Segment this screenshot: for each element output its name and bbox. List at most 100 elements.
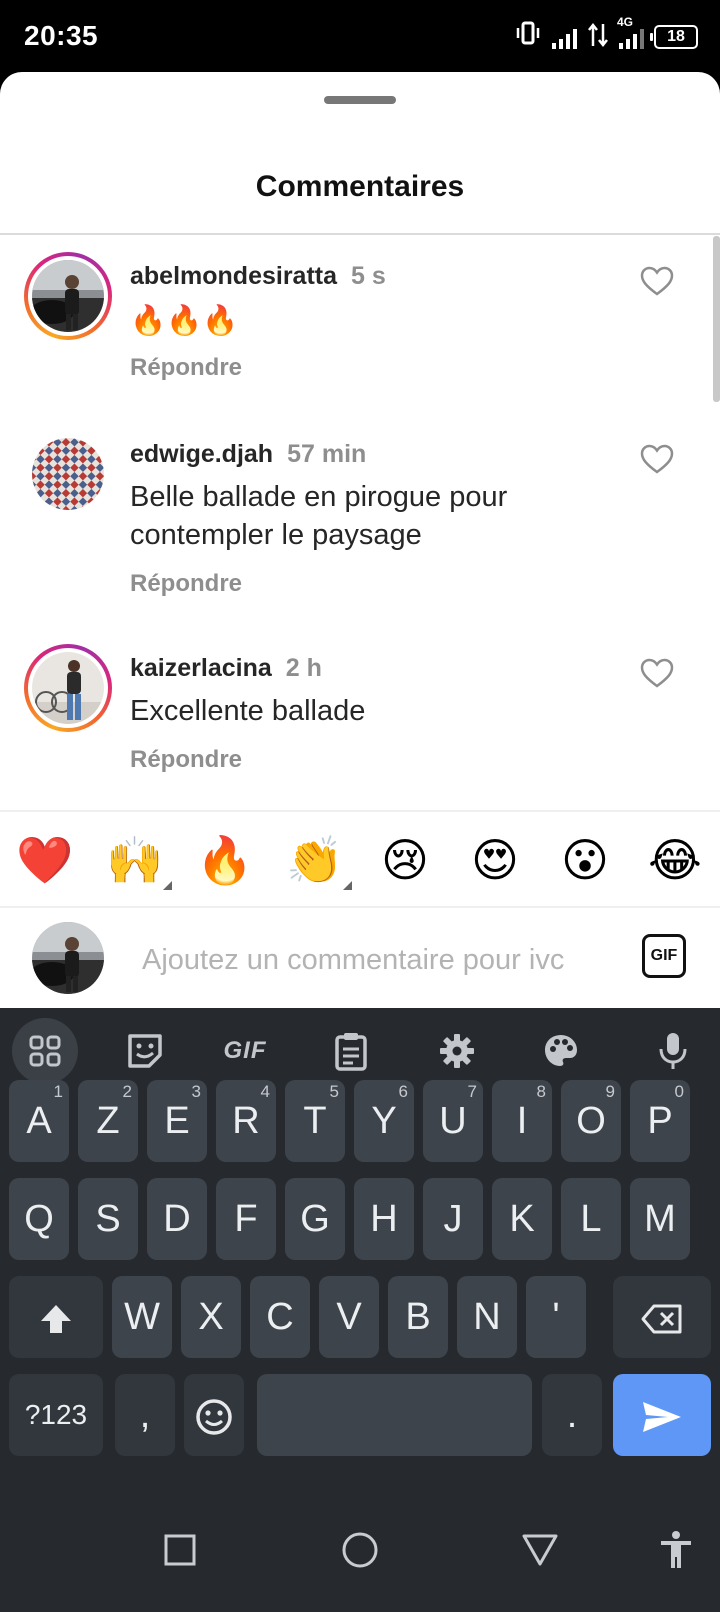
like-heart-icon[interactable]	[640, 444, 680, 484]
backspace-key[interactable]	[613, 1276, 711, 1358]
settings-gear-icon[interactable]	[424, 1018, 490, 1084]
divider	[0, 906, 720, 908]
key-b[interactable]: B	[388, 1276, 448, 1358]
key-m[interactable]: M	[630, 1178, 690, 1260]
comment-time: 5 s	[351, 262, 386, 290]
key-l[interactable]: L	[561, 1178, 621, 1260]
signal-icon	[552, 25, 577, 49]
key-n[interactable]: N	[457, 1276, 517, 1358]
comment-username[interactable]: abelmondesiratta	[130, 262, 337, 290]
reaction-raised-hands[interactable]: 🙌	[90, 814, 180, 906]
reaction-wow[interactable]: 😮	[540, 814, 630, 906]
avatar[interactable]	[24, 252, 112, 340]
symbols-key[interactable]: ?123	[9, 1374, 103, 1456]
reply-button[interactable]: Répondre	[130, 570, 242, 598]
space-key[interactable]	[257, 1374, 532, 1456]
like-heart-icon[interactable]	[640, 266, 680, 306]
key-k[interactable]: K	[492, 1178, 552, 1260]
key-label: Z	[96, 1100, 120, 1142]
key-e[interactable]: E3	[147, 1080, 207, 1162]
network-type-label: 4G	[617, 15, 634, 29]
reaction-raised-hands-glyph: 🙌	[106, 834, 164, 886]
reaction-heart-eyes[interactable]: 😍	[450, 814, 540, 906]
comment-text: Excellente ballade	[130, 695, 366, 727]
key-g[interactable]: G	[285, 1178, 345, 1260]
data-arrows-icon	[587, 22, 609, 53]
key-z[interactable]: Z2	[78, 1080, 138, 1162]
comment-username[interactable]: edwige.djah	[130, 440, 273, 468]
gif-keyboard-label: GIF	[223, 1037, 267, 1064]
comma-key[interactable]: ,	[115, 1374, 175, 1456]
microphone-icon[interactable]	[640, 1018, 706, 1084]
reaction-heart[interactable]: ❤️	[0, 814, 90, 906]
divider	[0, 233, 720, 235]
shift-key[interactable]	[9, 1276, 103, 1358]
comment-username[interactable]: kaizerlacina	[130, 654, 272, 682]
palette-icon[interactable]	[528, 1018, 594, 1084]
my-avatar	[32, 922, 104, 994]
drag-handle[interactable]	[324, 96, 396, 104]
key-label: P	[647, 1100, 673, 1142]
avatar[interactable]	[32, 438, 104, 510]
key-r[interactable]: R4	[216, 1080, 276, 1162]
key-hint: 7	[467, 1082, 477, 1101]
scrollbar[interactable]	[713, 236, 720, 402]
apps-grid-icon[interactable]	[12, 1018, 78, 1084]
reaction-cry[interactable]: 😢	[360, 814, 450, 906]
key-label: A	[26, 1100, 52, 1142]
gif-keyboard-button[interactable]: GIF	[212, 1018, 278, 1084]
battery-level: 18	[667, 28, 685, 45]
key-label: E	[164, 1100, 190, 1142]
sticker-icon[interactable]	[112, 1018, 178, 1084]
comment-input[interactable]	[142, 938, 612, 982]
key-label: R	[232, 1100, 260, 1142]
key-apostrophe[interactable]: '	[526, 1276, 586, 1358]
clipboard-icon[interactable]	[318, 1018, 384, 1084]
comment-time: 2 h	[285, 654, 322, 682]
period-key[interactable]: .	[542, 1374, 602, 1456]
reaction-fire[interactable]: 🔥	[180, 814, 270, 906]
avatar[interactable]	[24, 644, 112, 732]
key-s[interactable]: S	[78, 1178, 138, 1260]
key-c[interactable]: C	[250, 1276, 310, 1358]
comment-text: Belle ballade en pirogue pour contempler…	[130, 481, 508, 551]
key-d[interactable]: D	[147, 1178, 207, 1260]
recents-square-icon[interactable]	[150, 1520, 210, 1580]
key-hint: 9	[605, 1082, 615, 1101]
back-triangle-icon[interactable]	[510, 1520, 570, 1580]
home-circle-icon[interactable]	[330, 1520, 390, 1580]
key-v[interactable]: V	[319, 1276, 379, 1358]
reaction-clap[interactable]: 👏	[270, 814, 360, 906]
comments-sheet: Commentaires abelmondesiratta 5 s 🔥🔥🔥 Rép…	[0, 72, 720, 1008]
gif-button[interactable]: GIF	[642, 934, 686, 978]
key-o[interactable]: O9	[561, 1080, 621, 1162]
navigation-bar	[0, 1490, 720, 1612]
reaction-clap-glyph: 👏	[286, 834, 344, 886]
key-a[interactable]: A1	[9, 1080, 69, 1162]
accessibility-icon[interactable]	[646, 1520, 706, 1580]
key-t[interactable]: T5	[285, 1080, 345, 1162]
reaction-laugh[interactable]: 😂	[630, 814, 720, 906]
key-w[interactable]: W	[112, 1276, 172, 1358]
key-label: O	[576, 1100, 606, 1142]
reply-button[interactable]: Répondre	[130, 354, 242, 382]
send-key[interactable]	[613, 1374, 711, 1456]
key-x[interactable]: X	[181, 1276, 241, 1358]
key-h[interactable]: H	[354, 1178, 414, 1260]
key-hint: 8	[536, 1082, 546, 1101]
emoji-key[interactable]	[184, 1374, 244, 1456]
key-f[interactable]: F	[216, 1178, 276, 1260]
key-hint: 1	[53, 1082, 63, 1101]
key-i[interactable]: I8	[492, 1080, 552, 1162]
battery-icon: 18	[650, 25, 698, 49]
key-j[interactable]: J	[423, 1178, 483, 1260]
reply-button[interactable]: Répondre	[130, 746, 242, 774]
key-q[interactable]: Q	[9, 1178, 69, 1260]
key-y[interactable]: Y6	[354, 1080, 414, 1162]
comment-text: 🔥🔥🔥	[130, 305, 239, 337]
like-heart-icon[interactable]	[640, 658, 680, 698]
status-time: 20:35	[24, 20, 99, 51]
key-p[interactable]: P0	[630, 1080, 690, 1162]
key-label: I	[516, 1100, 528, 1142]
key-u[interactable]: U7	[423, 1080, 483, 1162]
